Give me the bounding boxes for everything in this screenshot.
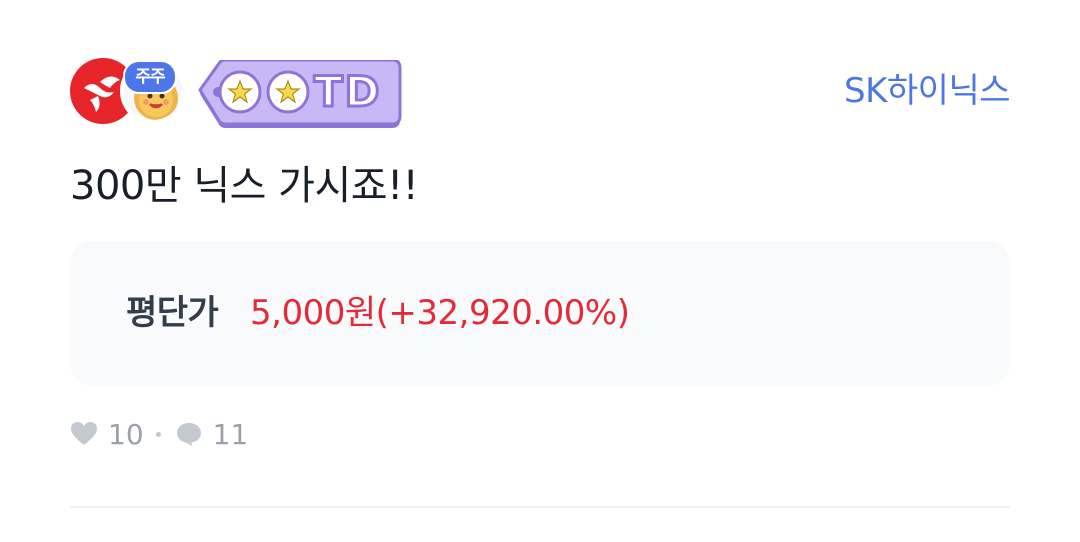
stock-name-link[interactable]: SK하이닉스: [844, 70, 1011, 112]
post-header: 주주 TD SK하이닉스: [70, 58, 1011, 130]
ootd-star-tag-icon[interactable]: TD: [196, 58, 402, 134]
heart-icon[interactable]: [70, 421, 98, 447]
shareholder-badge: 주주: [123, 60, 177, 94]
average-price-value: 5,000원(+32,920.00%): [250, 293, 630, 333]
ootd-tag-label: TD: [313, 66, 382, 118]
comment-count: 11: [212, 417, 249, 451]
average-price-label: 평단가: [126, 293, 219, 333]
reaction-bar: 10 11: [70, 414, 248, 454]
divider: [70, 506, 1010, 508]
average-price-card: 평단가 5,000원(+32,920.00%): [70, 241, 1010, 386]
post-body-text: 300만 닉스 가시죠!!: [70, 163, 419, 209]
comment-bubble-icon[interactable]: [175, 421, 203, 447]
like-count: 10: [108, 417, 144, 451]
separator-dot: [155, 431, 161, 437]
